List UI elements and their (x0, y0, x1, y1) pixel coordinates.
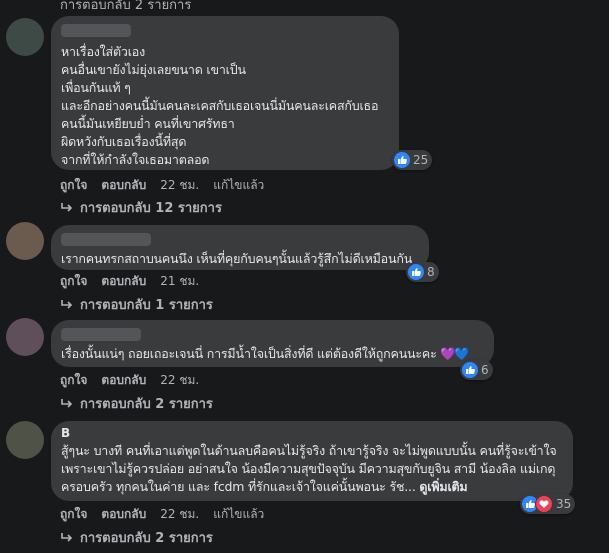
like-button[interactable]: ถูกใจ (60, 272, 87, 291)
comment-actions: ถูกใจ ตอบกลับ 22 ชม. แก้ไขแล้ว (60, 176, 278, 195)
reply-arrow-icon (61, 299, 73, 309)
avatar[interactable] (6, 318, 44, 356)
author-name[interactable]: B (61, 426, 561, 440)
view-replies-link[interactable]: การตอบกลับ 2 รายการ (60, 393, 213, 414)
reaction-summary[interactable]: 8 (406, 262, 439, 282)
edited-label: แก้ไขแล้ว (213, 507, 265, 521)
reply-arrow-icon (61, 532, 73, 542)
like-icon (408, 264, 424, 280)
comment-bubble: หาเรื่องใส่ตัวเอง คนอื่นเขายังไม่ยุ่งเลย… (51, 16, 399, 170)
comment-text: เรื่องนั้นแน่ๆ ถอยเถอะเจนนี่ การมีน้ำใจเ… (61, 345, 482, 363)
reply-button[interactable]: ตอบกลับ (101, 371, 146, 390)
replies-count: การตอบกลับ 1 รายการ (80, 298, 213, 313)
comment-bubble: เรากคนทรกสถาบนคนนึง เห็นที่คุยกับคนๆนั้น… (51, 225, 429, 270)
reply-arrow-icon (61, 202, 73, 212)
comment-text: เรากคนทรกสถาบนคนนึง เห็นที่คุยกับคนๆนั้น… (61, 251, 413, 266)
like-icon (394, 152, 410, 168)
top-replies-link[interactable]: การตอบกลับ 2 รายการ (60, 0, 191, 15)
avatar[interactable] (6, 18, 44, 56)
reply-button[interactable]: ตอบกลับ (101, 272, 146, 291)
see-more-link[interactable]: ดูเพิ่มเติม (419, 479, 467, 494)
view-replies-link[interactable]: การตอบกลับ 1 รายการ (60, 294, 213, 315)
view-replies-link[interactable]: การตอบกลับ 2 รายการ (60, 527, 213, 548)
reaction-count: 35 (556, 497, 572, 511)
like-icon (462, 362, 478, 378)
heart-emoji: 💜💙 (440, 346, 469, 361)
comment-bubble: B สู้ๆนะ บางที คนที่เอาแต่พูดในด้านลบคือ… (51, 421, 573, 501)
reaction-summary[interactable]: 6 (460, 360, 493, 380)
author-name[interactable] (61, 233, 151, 246)
comment-text: หาเรื่องใส่ตัวเอง คนอื่นเขายังไม่ยุ่งเลย… (61, 44, 379, 167)
reaction-count: 6 (481, 363, 489, 377)
timestamp[interactable]: 22 ชม. (160, 505, 199, 524)
timestamp[interactable]: 21 ชม. (160, 272, 199, 291)
avatar[interactable] (6, 222, 44, 260)
like-button[interactable]: ถูกใจ (60, 176, 87, 195)
love-icon (535, 495, 553, 513)
reply-button[interactable]: ตอบกลับ (101, 505, 146, 524)
author-name[interactable] (61, 328, 141, 341)
like-button[interactable]: ถูกใจ (60, 505, 87, 524)
comment-text: สู้ๆนะ บางที คนที่เอาแต่พูดในด้านลบคือคน… (61, 442, 561, 496)
replies-count: การตอบกลับ 2 รายการ (80, 397, 213, 412)
reply-button[interactable]: ตอบกลับ (101, 176, 146, 195)
reaction-count: 8 (427, 265, 435, 279)
avatar[interactable] (6, 421, 44, 459)
reaction-count: 25 (413, 153, 429, 167)
comment-text-body: เรื่องนั้นแน่ๆ ถอยเถอะเจนนี่ การมีน้ำใจเ… (61, 346, 441, 361)
comment-bubble: เรื่องนั้นแน่ๆ ถอยเถอะเจนนี่ การมีน้ำใจเ… (51, 320, 494, 367)
timestamp[interactable]: 22 ชม. (160, 371, 199, 390)
reaction-summary[interactable]: 35 (520, 494, 576, 514)
reply-arrow-icon (61, 398, 73, 408)
edited-label: แก้ไขแล้ว (213, 178, 265, 192)
comment-actions: ถูกใจ ตอบกลับ 22 ชม. แก้ไขแล้ว (60, 505, 278, 524)
replies-count: การตอบกลับ 2 รายการ (80, 531, 213, 546)
comment-text-body: สู้ๆนะ บางที คนที่เอาแต่พูดในด้านลบคือคน… (61, 443, 557, 494)
like-button[interactable]: ถูกใจ (60, 371, 87, 390)
comment-actions: ถูกใจ ตอบกลับ 21 ชม. (60, 272, 213, 291)
reaction-summary[interactable]: 25 (392, 150, 433, 170)
replies-count: การตอบกลับ 12 รายการ (80, 201, 222, 216)
timestamp[interactable]: 22 ชม. (160, 176, 199, 195)
comment-actions: ถูกใจ ตอบกลับ 22 ชม. (60, 371, 213, 390)
view-replies-link[interactable]: การตอบกลับ 12 รายการ (60, 197, 222, 218)
author-name[interactable] (61, 24, 131, 37)
